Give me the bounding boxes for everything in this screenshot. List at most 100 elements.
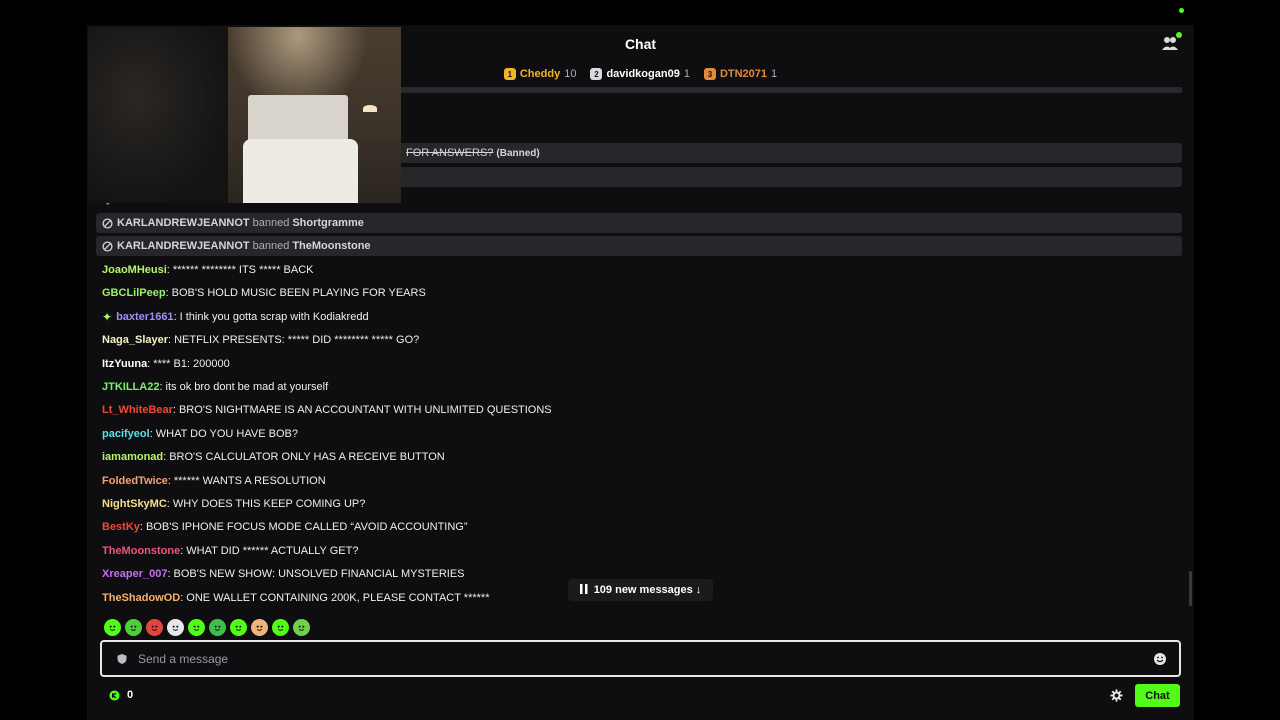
message-username[interactable]: JTKILLA22: [102, 381, 159, 393]
webcam-person: [88, 27, 228, 203]
message-text: NETFLIX PRESENTS: ***** DID ******** ***…: [174, 334, 420, 347]
chat-message: TheShadowOD: ONE WALLET CONTAINING 200K, …: [102, 588, 490, 608]
message-text: WHAT DID ****** ACTUALLY GET?: [186, 544, 359, 557]
message-username[interactable]: BestKy: [102, 521, 140, 533]
rank-badge: 1: [503, 68, 516, 80]
chat-message: ✦ baxter1661: I think you gotta scrap with…: [102, 307, 369, 327]
banned-user: TheMoonstone: [292, 240, 371, 252]
chat-message: BestKy: BOB'S IPHONE FOCUS MODE CALLED “A…: [102, 517, 468, 537]
leaderboard-user: davidkogan09: [606, 68, 680, 80]
chat-message: ItzYuuna: **** B1: 200000: [102, 354, 230, 374]
moderator-name: KARLANDREWJEANNOT: [117, 217, 250, 229]
message-separator: :: [165, 287, 169, 300]
message-username[interactable]: NightSkyMC: [102, 498, 167, 510]
chat-message: pacifyeol: WHAT DO YOU HAVE BOB?: [102, 424, 298, 444]
chat-message: FoldedTwice: ****** WANTS A RESOLUTION: [102, 471, 326, 491]
emote-1-icon[interactable]: [104, 619, 121, 636]
emote-7-icon[interactable]: [230, 619, 247, 636]
leaderboard-entry[interactable]: 3 DTN2071 1: [703, 65, 777, 83]
points-value: 0: [127, 689, 134, 701]
emoji-icon[interactable]: [1153, 652, 1167, 666]
message-text: BRO'S CALCULATOR ONLY HAS A RECEIVE BUTT…: [169, 451, 445, 464]
message-username[interactable]: ItzYuuna: [102, 358, 147, 370]
new-messages-label: 109 new messages ↓: [593, 584, 702, 596]
message-separator: :: [159, 381, 163, 393]
message-separator: :: [139, 521, 143, 534]
rank-badge: 2: [590, 68, 603, 80]
message-username[interactable]: Lt_WhiteBear: [102, 404, 173, 416]
ban-action: banned: [252, 217, 290, 229]
message-text: WHY DOES THIS KEEP COMING UP?: [172, 498, 366, 510]
message-text: I think you gotta scrap with Kodiakredd: [179, 310, 369, 323]
leaderboard-entry[interactable]: 2 davidkogan09 1: [590, 65, 690, 83]
online-indicator: [1176, 32, 1182, 38]
emote-8-icon[interactable]: [251, 619, 268, 636]
emote-5-icon[interactable]: [188, 619, 205, 636]
message-separator: :: [163, 451, 167, 464]
message-separator: :: [149, 427, 153, 440]
message-username[interactable]: JoaoMHeusi: [102, 264, 167, 276]
banned-message-text: FOR ANSWERS?: [406, 147, 494, 159]
message-text: BOB'S IPHONE FOCUS MODE CALLED “AVOID AC…: [145, 521, 468, 534]
message-username[interactable]: GBCLilPeep: [102, 287, 166, 299]
message-input-container[interactable]: [100, 640, 1181, 677]
message-separator: :: [172, 404, 176, 417]
message-username[interactable]: TheShadowOD: [102, 592, 180, 604]
message-username[interactable]: TheMoonstone: [102, 545, 180, 557]
leaderboard-user: DTN2071: [719, 68, 768, 80]
message-separator: :: [180, 591, 184, 604]
webcam-bed: [243, 139, 358, 203]
banned-user: Shortgramme: [292, 217, 364, 229]
settings-gear-icon[interactable]: [1110, 689, 1123, 702]
chat-message: JTKILLA22: its ok bro dont be mad at your…: [102, 377, 328, 397]
message-username[interactable]: Xreaper_007: [102, 568, 167, 580]
channel-points[interactable]: 0: [109, 689, 133, 701]
users-icon[interactable]: [1160, 32, 1182, 52]
message-username[interactable]: baxter1661: [116, 311, 174, 323]
message-username[interactable]: Naga_Slayer: [102, 334, 168, 346]
emote-4-icon[interactable]: [167, 619, 184, 636]
message-separator: :: [167, 474, 171, 487]
chat-message: Xreaper_007: BOB'S NEW SHOW: UNSOLVED FIN…: [102, 564, 465, 584]
points-icon: [109, 689, 120, 701]
chat-footer: 0 Chat: [87, 684, 1194, 708]
message-separator: :: [147, 357, 151, 370]
ban-notice: KARLANDREWJEANNOT banned Shortgramme: [96, 213, 1182, 233]
message-text: BOB'S NEW SHOW: UNSOLVED FINANCIAL MYSTE…: [173, 568, 465, 581]
streamer-webcam: [88, 27, 401, 203]
chat-message: iamamonad: BRO'S CALCULATOR ONLY HAS A RE…: [102, 447, 445, 467]
send-chat-button[interactable]: Chat: [1135, 684, 1180, 707]
ban-notice: KARLANDREWJEANNOT banned TheMoonstone: [96, 236, 1182, 256]
message-text: BRO'S NIGHTMARE IS AN ACCOUNTANT WITH UN…: [178, 404, 552, 417]
message-separator: :: [166, 498, 170, 510]
new-messages-button[interactable]: 109 new messages ↓: [568, 579, 713, 601]
message-username[interactable]: pacifyeol: [102, 428, 150, 440]
shield-icon: [117, 653, 127, 664]
leaderboard-entry[interactable]: 1 Cheddy 10: [503, 65, 576, 83]
message-text: ****** ******** ITS ***** BACK: [172, 264, 314, 276]
message-text: ONE WALLET CONTAINING 200K, PLEASE CONTA…: [186, 591, 490, 604]
message-separator: :: [168, 334, 172, 347]
chat-message: Naga_Slayer: NETFLIX PRESENTS: ***** DID …: [102, 330, 419, 350]
message-separator: :: [173, 310, 177, 323]
message-text: WHAT DO YOU HAVE BOB?: [155, 427, 298, 440]
emote-3-icon[interactable]: [146, 619, 163, 636]
chat-message: GBCLilPeep: BOB'S HOLD MUSIC BEEN PLAYING…: [102, 283, 426, 303]
message-username[interactable]: FoldedTwice: [102, 475, 168, 487]
emote-2-icon[interactable]: [125, 619, 142, 636]
message-text: its ok bro dont be mad at yourself: [165, 381, 329, 393]
message-username[interactable]: iamamonad: [102, 451, 163, 463]
ban-icon: [102, 240, 113, 252]
message-separator: :: [167, 568, 171, 581]
banned-tag: (Banned): [496, 147, 540, 159]
emote-9-icon[interactable]: [272, 619, 289, 636]
emote-10-icon[interactable]: [293, 619, 310, 636]
emote-6-icon[interactable]: [209, 619, 226, 636]
chat-scrollbar[interactable]: [1189, 571, 1192, 606]
chat-title: Chat: [624, 35, 657, 52]
chat-message: JoaoMHeusi: ****** ******** ITS ***** BAC…: [102, 260, 314, 280]
message-separator: :: [166, 264, 170, 276]
ban-action: banned: [252, 240, 290, 252]
message-input[interactable]: [138, 651, 1153, 666]
webcam-lamp: [363, 105, 377, 112]
